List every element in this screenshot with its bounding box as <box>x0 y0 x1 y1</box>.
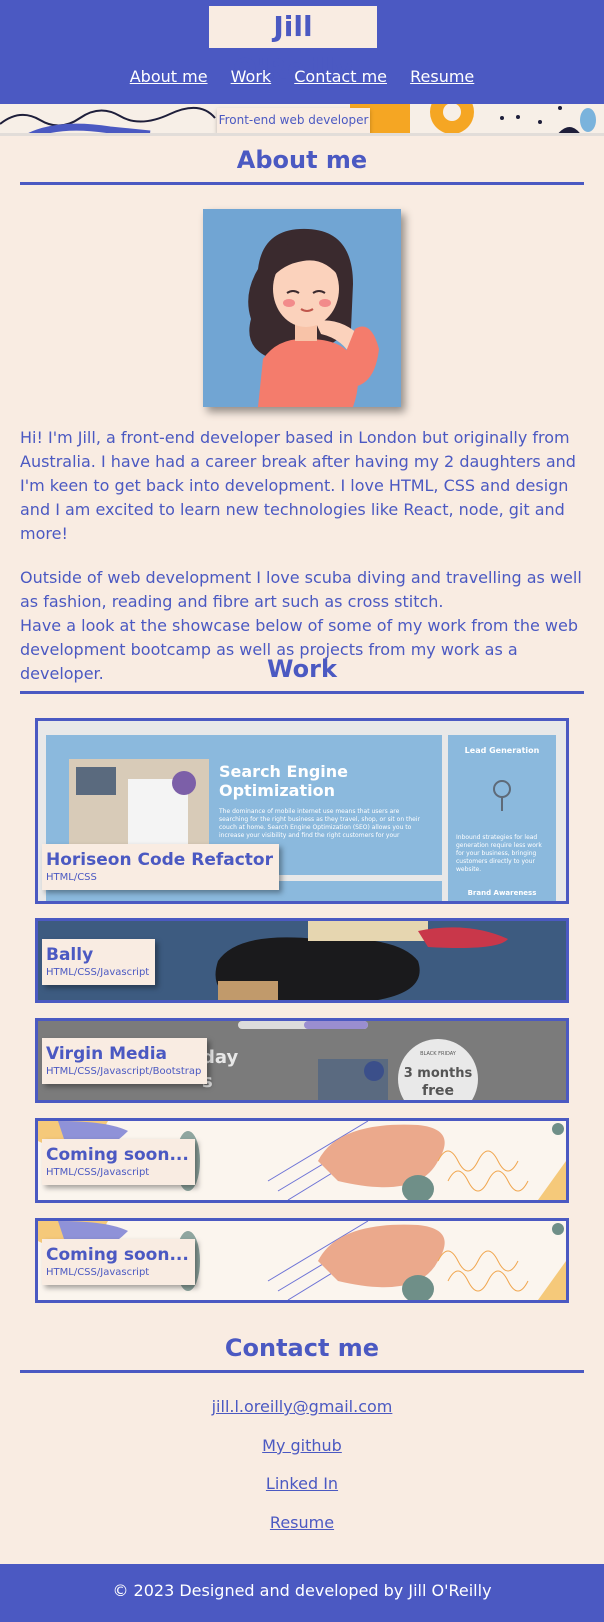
preview-seo-heading-2: Optimization <box>219 781 335 800</box>
main-nav: About me Work Contact me Resume <box>0 64 604 90</box>
project-card-coming-soon-2[interactable]: Coming soon... HTML/CSS/Javascript <box>35 1218 569 1303</box>
project-card-coming-soon-1[interactable]: Coming soon... HTML/CSS/Javascript <box>35 1118 569 1203</box>
nav-link-about[interactable]: About me <box>130 64 208 90</box>
about-heading: About me <box>20 146 584 185</box>
project-title: Coming soon... <box>46 1145 189 1165</box>
github-link[interactable]: My github <box>0 1436 604 1455</box>
nav-link-work[interactable]: Work <box>231 64 272 90</box>
resume-link[interactable]: Resume <box>0 1513 604 1532</box>
preview-lead-text-2: generation require less work <box>456 842 542 849</box>
linkedin-link[interactable]: Linked In <box>0 1474 604 1493</box>
site-title: Jill O'Reilly <box>209 6 377 85</box>
project-label: Coming soon... HTML/CSS/Javascript <box>42 1239 195 1285</box>
preview-seo-heading-1: Search Engine <box>219 762 348 781</box>
nav-link-resume[interactable]: Resume <box>410 64 474 90</box>
hero-tagline: Front-end web developer <box>217 108 370 133</box>
preview-seo-text-4: increase your visibility and find the ri… <box>219 832 400 839</box>
project-tech: HTML/CSS/Javascript/Bootstrap <box>46 1066 202 1077</box>
contact-heading: Contact me <box>20 1334 584 1373</box>
project-title: Virgin Media <box>46 1044 168 1064</box>
about-text: Hi! I'm Jill, a front-end developer base… <box>20 426 586 686</box>
footer-text: © 2023 Designed and developed by Jill O'… <box>112 1581 492 1600</box>
preview-badge-main: 3 months <box>404 1066 473 1081</box>
project-card-bally[interactable]: Bally HTML/CSS/Javascript <box>35 918 569 1003</box>
hero-banner: Front-end web developer <box>0 104 604 136</box>
preview-lead-text-1: Inbound strategies for lead <box>456 834 537 841</box>
preview-badge-sub: free <box>422 1083 454 1099</box>
project-label: Horiseon Code Refactor HTML/CSS <box>42 844 279 890</box>
preview-seo-text-3: couch at home. Search Engine Optimizatio… <box>219 824 412 831</box>
preview-lead-text-3: for your business, bringing <box>456 850 537 857</box>
preview-lead-title: Lead Generation <box>465 746 540 755</box>
project-tech: HTML/CSS/Javascript <box>46 1167 150 1178</box>
project-label: Virgin Media HTML/CSS/Javascript/Bootstr… <box>42 1038 208 1084</box>
project-tech: HTML/CSS/Javascript <box>46 967 150 978</box>
project-card-virgin-media[interactable]: day s BLACK FRIDAY 3 months free Virgin … <box>35 1018 569 1103</box>
project-tech: HTML/CSS/Javascript <box>46 1267 150 1278</box>
project-label: Coming soon... HTML/CSS/Javascript <box>42 1139 195 1185</box>
project-label: Bally HTML/CSS/Javascript <box>42 939 156 985</box>
project-tech: HTML/CSS <box>46 872 97 883</box>
site-header: Jill O'Reilly About me Work Contact me R… <box>0 0 604 104</box>
preview-seo-text-1: The dominance of mobile internet use mea… <box>218 808 400 815</box>
about-paragraph-1: Hi! I'm Jill, a front-end developer base… <box>20 428 576 543</box>
about-paragraph-2-line: Outside of web development I love scuba … <box>20 568 582 611</box>
preview-promo-fragment-1: day <box>202 1047 238 1068</box>
avatar <box>203 209 401 407</box>
project-card-horiseon[interactable]: Search Engine Optimization The dominance… <box>35 718 569 904</box>
preview-lead-text-5: website. <box>456 866 481 873</box>
site-footer: © 2023 Designed and developed by Jill O'… <box>0 1564 604 1622</box>
work-heading: Work <box>20 655 584 694</box>
preview-lead-text-4: customers directly to your <box>456 858 536 865</box>
woman-portrait-icon <box>203 209 401 407</box>
project-title: Horiseon Code Refactor <box>46 850 273 870</box>
email-link[interactable]: jill.l.oreilly@gmail.com <box>0 1397 604 1416</box>
nav-link-contact[interactable]: Contact me <box>294 64 387 90</box>
project-title: Coming soon... <box>46 1245 189 1265</box>
preview-seo-text-2: searching for the right business as they… <box>219 816 421 823</box>
preview-brand-title: Brand Awareness <box>468 889 537 897</box>
preview-badge-top: BLACK FRIDAY <box>420 1051 457 1057</box>
project-title: Bally <box>46 945 94 965</box>
